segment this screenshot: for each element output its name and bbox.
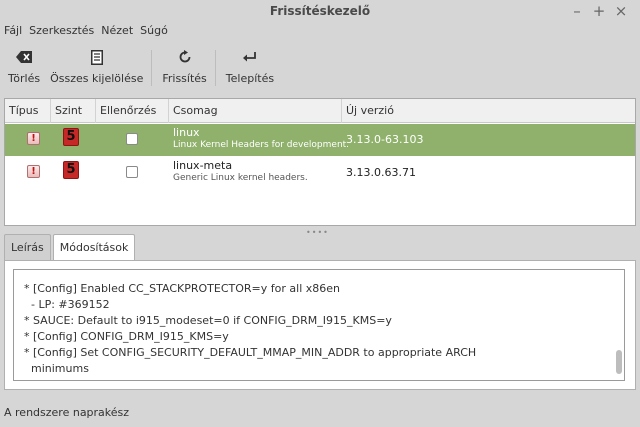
toolbar: Törlés Összes kijelölése Frissítés Telep…	[0, 44, 640, 90]
table-row[interactable]: ! 5 linux-meta Generic Linux kernel head…	[5, 157, 635, 189]
backspace-icon	[16, 48, 33, 66]
changes-panel: * [Config] Enabled CC_STACKPROTECTOR=y f…	[4, 260, 636, 390]
column-header-check[interactable]: Ellenőrzés	[96, 99, 169, 123]
menu-bar: Fájl Szerkesztés Nézet Súgó	[0, 22, 640, 42]
pane-resize-handle[interactable]: ••••	[306, 228, 329, 237]
package-name: linux	[173, 126, 200, 139]
refresh-icon	[178, 48, 192, 66]
package-description: Linux Kernel Headers for development.	[173, 140, 350, 150]
column-header-package[interactable]: Csomag	[169, 99, 342, 123]
package-version: 3.13.0.63.71	[346, 166, 416, 179]
install-button[interactable]: Telepítés	[226, 44, 274, 88]
security-warning-icon: !	[27, 165, 40, 178]
close-button[interactable]: ×	[610, 2, 632, 20]
table-row[interactable]: ! 5 linux Linux Kernel Headers for devel…	[5, 124, 635, 156]
level-badge: 5	[63, 161, 79, 179]
title-bar: Frissítéskezelő – + ×	[0, 0, 640, 22]
enter-arrow-icon	[242, 48, 257, 66]
tab-changes[interactable]: Módosítások	[52, 234, 136, 261]
scrollbar-thumb[interactable]	[616, 350, 622, 374]
install-label: Telepítés	[225, 72, 275, 85]
refresh-label: Frissítés	[162, 72, 207, 85]
package-version: 3.13.0-63.103	[346, 133, 424, 146]
maximize-button[interactable]: +	[588, 2, 610, 20]
select-all-label: Összes kijelölése	[50, 72, 144, 85]
changelog-line: * [Config] Set CONFIG_SECURITY_DEFAULT_M…	[24, 346, 477, 359]
menu-edit[interactable]: Szerkesztés	[29, 22, 99, 42]
status-bar: A rendszere naprakész	[0, 400, 640, 427]
column-header-new-version[interactable]: Új verzió	[342, 99, 635, 123]
clear-button[interactable]: Törlés	[8, 44, 40, 88]
tab-bar: Leírás Módosítások	[4, 234, 137, 261]
changelog-line: * [Config] Enabled CC_STACKPROTECTOR=y f…	[24, 282, 340, 295]
changelog-line: * [Config] CONFIG_DRM_I915_KMS=y	[24, 330, 229, 343]
changelog-line: minimums	[24, 362, 89, 375]
menu-view[interactable]: Nézet	[101, 22, 138, 42]
tab-description[interactable]: Leírás	[4, 234, 51, 260]
security-warning-icon: !	[27, 132, 40, 145]
package-name: linux-meta	[173, 159, 233, 172]
menu-file[interactable]: Fájl	[4, 22, 27, 42]
column-header-type[interactable]: Típus	[5, 99, 51, 123]
toolbar-separator	[214, 50, 216, 86]
table-header: Típus Szint Ellenőrzés Csomag Új verzió	[5, 99, 635, 123]
package-description: Generic Linux kernel headers.	[173, 173, 308, 183]
column-header-level[interactable]: Szint	[51, 99, 96, 123]
window-title: Frissítéskezelő	[269, 4, 371, 18]
document-icon	[90, 48, 103, 66]
changelog-text[interactable]: * [Config] Enabled CC_STACKPROTECTOR=y f…	[13, 269, 625, 381]
minimize-button[interactable]: –	[566, 2, 588, 20]
toolbar-separator	[151, 50, 153, 86]
changelog-line: - LP: #369152	[24, 298, 110, 311]
level-badge: 5	[63, 128, 79, 146]
clear-label: Törlés	[8, 72, 41, 85]
refresh-button[interactable]: Frissítés	[162, 44, 207, 88]
package-list: Típus Szint Ellenőrzés Csomag Új verzió …	[4, 98, 636, 226]
changelog-line: * SAUCE: Default to i915_modeset=0 if CO…	[24, 314, 392, 327]
update-checkbox[interactable]	[126, 133, 138, 145]
status-text: A rendszere naprakész	[4, 406, 130, 419]
select-all-button[interactable]: Összes kijelölése	[50, 44, 143, 88]
update-checkbox[interactable]	[126, 166, 138, 178]
menu-help[interactable]: Súgó	[140, 22, 173, 42]
